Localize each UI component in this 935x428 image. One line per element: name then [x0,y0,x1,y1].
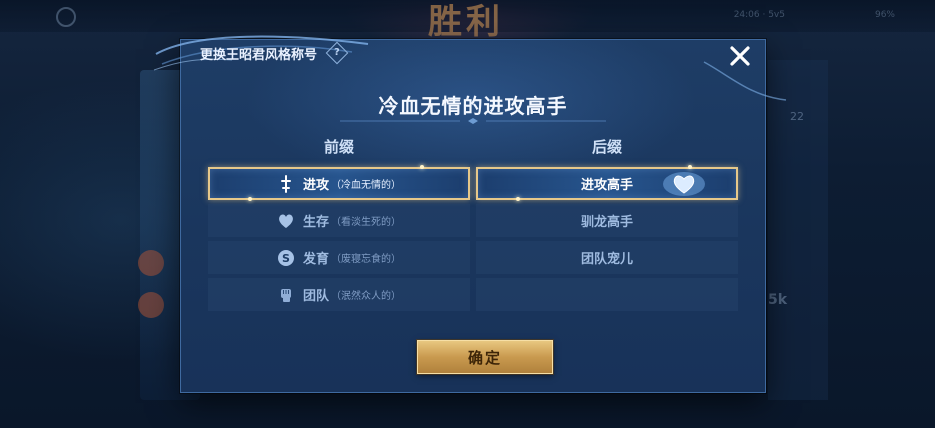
coin-icon: S [277,249,295,267]
sparkle-decoration [516,197,520,201]
prefix-option-attack[interactable]: 进攻 （冷血无情的） [208,165,470,201]
prefix-option-survival[interactable]: 生存 （看淡生死的） [208,204,470,237]
suffix-option-dragon-tamer[interactable]: 驯龙高手 [476,204,738,237]
suffix-label: 进攻高手 [580,178,633,193]
background-badge-icon [138,250,164,276]
background-victory-text: 胜利 [428,2,504,42]
dialog-header: 更换王昭君风格称号 ? [200,41,349,65]
background-match-info: 24:06 · 5v5 [733,10,785,20]
suffix-option-empty [476,278,738,311]
prefix-option-team[interactable]: 团队 （泯然众人的） [208,278,470,311]
suffix-option-team-darling[interactable]: 团队宠儿 [476,241,738,274]
title-underline-decoration [340,118,606,124]
result-title: 冷血无情的进攻高手 [378,94,568,118]
prefix-label: 生存 [302,215,329,230]
prefix-column-header: 前缀 [323,138,354,156]
svg-text:S: S [282,252,290,265]
close-icon [730,46,750,66]
prefix-label: 发育 [302,252,329,267]
background-stat-value: 22 [790,110,804,123]
confirm-label: 确定 [467,348,502,367]
prefix-sub-label: （泯然众人的） [331,291,401,302]
prefix-label: 进攻 [302,178,329,193]
suffix-option-attack-master[interactable]: 进攻高手 [476,165,738,201]
prefix-sub-label: （看淡生死的） [331,217,401,228]
sparkle-decoration [420,165,424,169]
background-battery-info: 96% [874,10,895,20]
fist-icon [277,286,295,304]
sparkle-decoration [248,197,252,201]
heart-icon [277,212,295,230]
dialog-title: 更换王昭君风格称号 [200,47,318,63]
background-back-icon [56,7,76,27]
prefix-sub-label: （废寝忘食的） [331,254,401,265]
close-button[interactable] [725,41,755,71]
suffix-label: 驯龙高手 [580,215,633,230]
selected-heart-badge-icon [663,172,705,196]
background-stat-value: 5k [768,292,788,308]
suffix-column-header: 后缀 [591,138,622,156]
prefix-sub-label: （冷血无情的） [331,180,401,191]
sparkle-decoration [688,165,692,169]
prefix-label: 团队 [302,289,329,304]
suffix-label: 团队宠儿 [580,252,633,267]
sword-icon [277,174,295,193]
prefix-option-growth[interactable]: S 发育 （废寝忘食的） [208,241,470,274]
confirm-button[interactable]: 确定 [417,340,553,374]
help-icon[interactable]: ? [325,41,349,65]
background-badge-icon [138,292,164,318]
